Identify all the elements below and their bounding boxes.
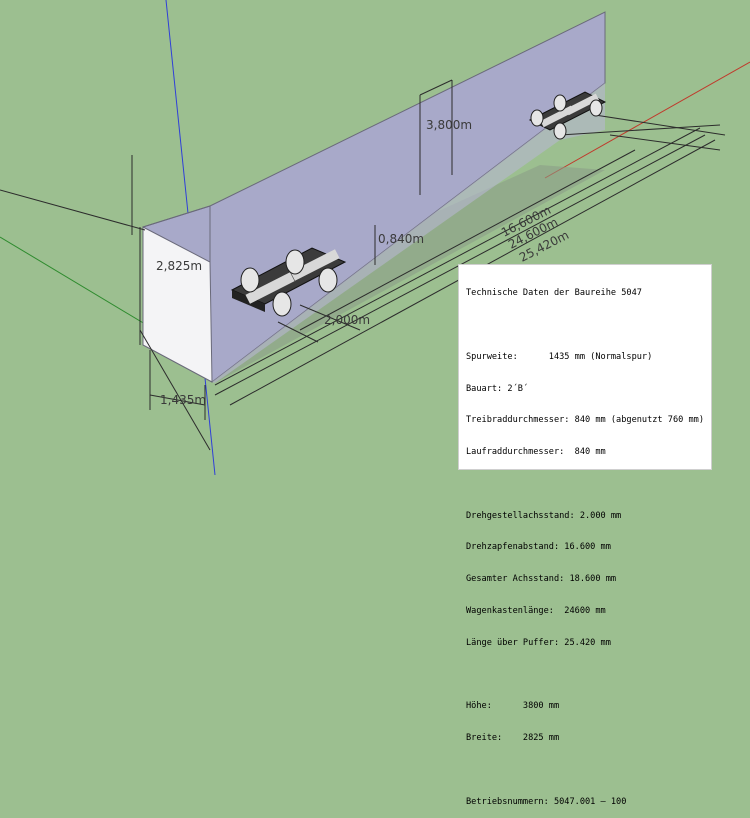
spec-drehgestellachsstand: Drehgestellachsstand: 2.000 mm: [466, 510, 622, 521]
dim-label-height: 3,800m: [426, 118, 472, 132]
spec-drehzapfenabstand: Drehzapfenabstand: 16.600 mm: [466, 542, 611, 553]
spec-hoehe: Höhe: 3800 mm: [466, 701, 560, 712]
spec-bauart: Bauart: 2´B´: [466, 383, 529, 394]
dim-label-gauge: 1,435m: [160, 393, 206, 407]
spec-treibraddurchmesser: Treibraddurchmesser: 840 mm (abgenutzt 7…: [466, 415, 704, 426]
spec-laenge-ueber-puffer: Länge über Puffer: 25.420 mm: [466, 637, 611, 648]
spec-laufraddurchmesser: Laufraddurchmesser: 840 mm: [466, 447, 606, 458]
dim-label-width: 2,825m: [156, 259, 202, 273]
spec-betriebsnummern: Betriebsnummern: 5047.001 – 100: [466, 796, 627, 807]
spec-gesamter-achsstand: Gesamter Achsstand: 18.600 mm: [466, 574, 617, 585]
dim-label-wheel-diameter: 0,840m: [378, 232, 424, 246]
spec-wagenkastenlaenge: Wagenkastenlänge: 24600 mm: [466, 606, 606, 616]
spec-spurweite: Spurweite: 1435 mm (Normalspur): [466, 351, 653, 362]
dim-label-bogie-wheelbase: 2,000m: [324, 313, 370, 327]
panel-title: Technische Daten der Baureihe 5047: [466, 288, 642, 299]
technical-data-panel: Technische Daten der Baureihe 5047 Spurw…: [458, 264, 712, 807]
spec-breite: Breite: 2825 mm: [466, 733, 560, 744]
